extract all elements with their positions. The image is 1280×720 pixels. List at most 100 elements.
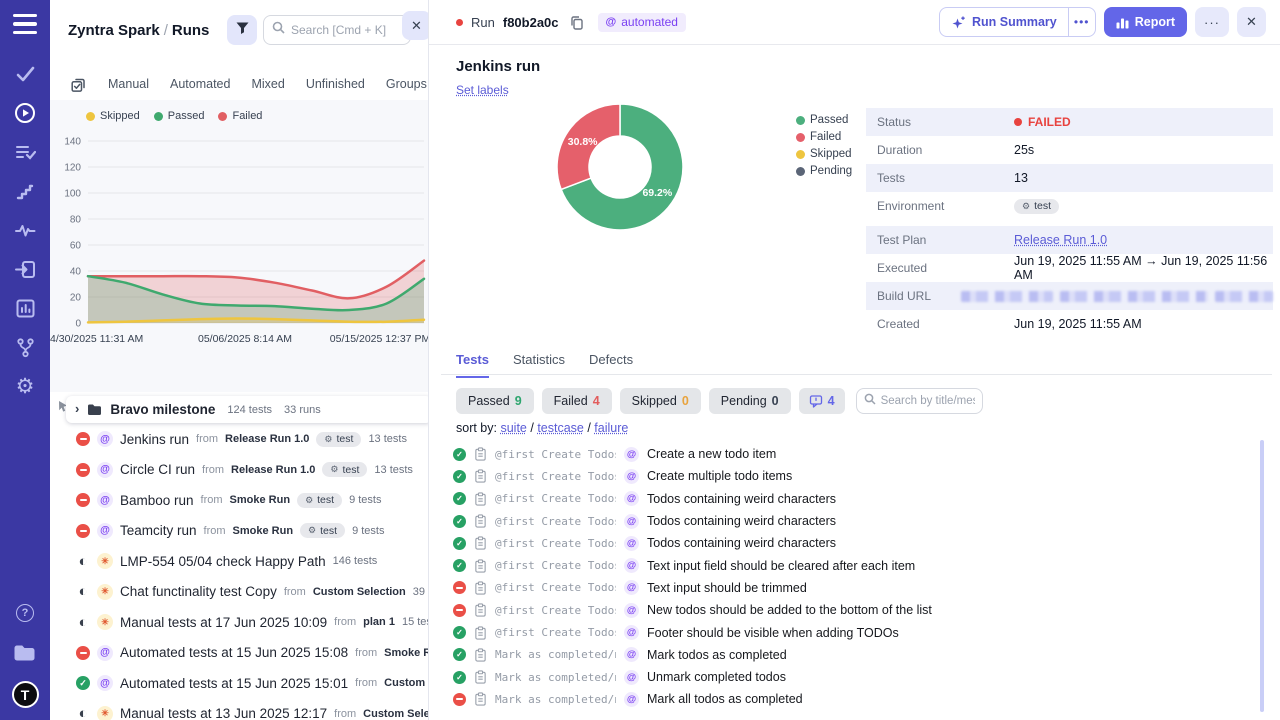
tests-search-input[interactable] [881,395,975,407]
run-status-icon [76,463,90,477]
automated-run-icon: @ [97,523,113,539]
run-source: Smoke Run [233,525,294,537]
tests-search [856,388,983,414]
sort-by-testcase[interactable]: testcase [537,421,584,435]
test-plans-icon[interactable] [12,140,38,164]
test-row[interactable]: Mark as completed/n… @ Mark all todos as… [453,688,1256,710]
run-name: Teamcity run [120,523,197,538]
runs-tab-unfinished[interactable]: Unfinished [306,77,365,91]
run-row[interactable]: ✳ LMP-554 05/04 check Happy Path 146 tes… [50,546,428,577]
app-logo[interactable]: T [12,681,39,708]
run-row[interactable]: @ Jenkins run from Release Run 1.0 ⚙test… [50,424,428,455]
test-row[interactable]: Mark as completed/n… @ Unmark completed … [453,666,1256,688]
settings-gear-icon[interactable]: ⚙ [12,374,38,398]
test-plan-link[interactable]: Release Run 1.0 [1014,233,1107,247]
projects-folder-icon[interactable] [12,641,38,665]
test-status-icon [453,515,466,528]
search-input[interactable] [291,23,402,37]
test-row[interactable]: @first Create Todos… @ New todos should … [453,599,1256,621]
branches-icon[interactable] [12,335,38,359]
scrollbar-thumb[interactable] [1260,440,1264,712]
automated-run-icon: @ [97,675,113,691]
run-row[interactable]: @ Automated tests at 15 Jun 2025 15:08 f… [50,638,428,669]
pending-filter-pill[interactable]: Pending 0 [709,388,791,414]
test-status-icon [453,537,466,550]
detail-close-button[interactable]: ✕ [1237,7,1266,37]
run-summary-button[interactable]: Run Summary [940,8,1068,36]
test-row[interactable]: @first Create Todos… @ Todos containing … [453,510,1256,532]
run-from-label: from [355,647,377,659]
info-row: Tests 13 [866,164,1273,192]
set-labels-link[interactable]: Set labels [456,83,509,97]
sort-by-suite[interactable]: suite [500,421,526,435]
legend-label: Failed [232,110,262,122]
runs-list-section: › Bravo milestone 124 tests 33 runs @ Je… [50,394,428,720]
svg-text:05/15/2025 12:37 PM: 05/15/2025 12:37 PM [330,333,428,345]
run-row[interactable]: ✳ Manual tests at 17 Jun 2025 10:09 from… [50,607,428,638]
test-row[interactable]: @first Create Todos… @ Todos containing … [453,532,1256,554]
milestone-row[interactable]: › Bravo milestone 124 tests 33 runs [66,396,428,423]
filter-button[interactable] [227,15,257,45]
run-summary-more-button[interactable]: ••• [1068,8,1095,36]
run-tests-count: 9 tests [349,494,381,506]
legend-item-passed[interactable]: Passed [796,114,852,126]
run-row[interactable]: @ Bamboo run from Smoke Run ⚙test 9 test… [50,485,428,516]
help-icon[interactable]: ? [12,601,38,625]
legend-item-failed[interactable]: Failed [796,131,852,143]
test-row[interactable]: Mark as completed/n… @ Mark todos as com… [453,644,1256,666]
automated-test-icon: @ [624,625,639,640]
runs-tab-mixed[interactable]: Mixed [251,77,284,91]
breadcrumb-project[interactable]: Zyntra Spark [68,22,160,39]
legend-dot [796,133,805,142]
automated-badge[interactable]: @automated [598,13,686,32]
failed-filter-pill[interactable]: Failed 4 [542,388,612,414]
run-row[interactable]: @ Automated tests at 15 Jun 2025 15:01 f… [50,668,428,699]
test-row[interactable]: @first Create Todos… @ Footer should be … [453,621,1256,643]
test-row[interactable]: @first Create Todos… @ Text input should… [453,577,1256,599]
runs-icon[interactable] [12,101,38,125]
run-name: Bamboo run [120,493,194,508]
legend-item-passed[interactable]: Passed [154,110,205,122]
hamburger-menu-icon[interactable] [13,14,37,34]
automated-test-icon: @ [624,536,639,551]
legend-item-pending[interactable]: Pending [796,165,852,177]
run-source: Custom Selection [313,586,406,598]
sort-by-failure[interactable]: failure [594,421,628,435]
runs-tab-groups[interactable]: Groups [386,77,427,91]
run-row[interactable]: ✳ Chat functinality test Copy from Custo… [50,577,428,608]
run-row[interactable]: ✳ Manual tests at 13 Jun 2025 12:17 from… [50,699,428,720]
analytics-icon[interactable] [12,296,38,320]
info-label: Test Plan [866,233,1014,247]
milestones-icon[interactable] [12,179,38,203]
skipped-filter-pill[interactable]: Skipped 0 [620,388,701,414]
legend-item-failed[interactable]: Failed [218,110,262,122]
report-button[interactable]: Report [1104,7,1187,37]
test-status-icon [453,693,466,706]
test-suite-name: @first Create Todos… [495,559,616,572]
chevron-right-icon[interactable]: › [75,401,79,416]
run-row[interactable]: @ Teamcity run from Smoke Run ⚙test 9 te… [50,516,428,547]
legend-item-skipped[interactable]: Skipped [86,110,140,122]
run-row[interactable]: @ Circle CI run from Release Run 1.0 ⚙te… [50,455,428,486]
tests-icon[interactable] [12,62,38,86]
runs-tab-manual[interactable]: Manual [108,77,149,91]
panel-close-button[interactable]: ✕ [402,11,428,40]
pulse-icon[interactable] [12,218,38,242]
info-label: Executed [866,261,1014,275]
comments-filter-pill[interactable]: 4 [799,388,845,414]
test-row[interactable]: @first Create Todos… @ Create a new todo… [453,443,1256,465]
run-detail-panel: Run f80b2a0c @automated Run Summary ••• … [428,0,1280,720]
import-icon[interactable] [12,257,38,281]
select-all-icon[interactable] [70,76,87,93]
test-row[interactable]: @first Create Todos… @ Text input field … [453,554,1256,576]
run-name: LMP-554 05/04 check Happy Path [120,554,326,569]
test-row[interactable]: @first Create Todos… @ Create multiple t… [453,465,1256,487]
passed-filter-pill[interactable]: Passed 9 [456,388,534,414]
runs-tab-automated[interactable]: Automated [170,77,230,91]
copy-run-id-button[interactable] [569,15,584,30]
test-row[interactable]: @first Create Todos… @ Todos containing … [453,488,1256,510]
automated-run-icon: @ [97,431,113,447]
run-from-label: from [334,616,356,628]
more-actions-button[interactable]: ··· [1195,7,1229,37]
legend-item-skipped[interactable]: Skipped [796,148,852,160]
